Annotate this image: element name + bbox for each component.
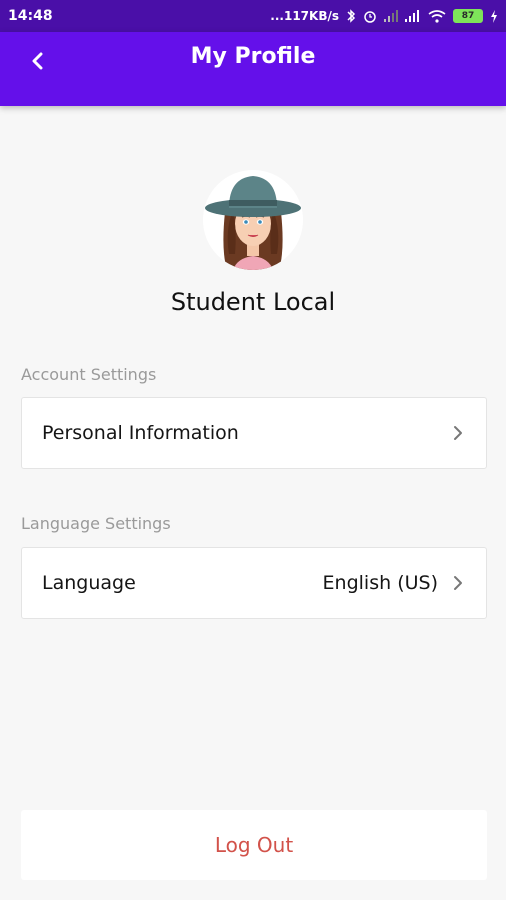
chevron-right-icon [452, 574, 466, 592]
woman-with-hat-avatar [203, 170, 303, 270]
personal-information-row[interactable]: Personal Information [21, 397, 487, 469]
status-bar: 14:48 ...117KB/s 87 [0, 0, 506, 32]
network-speed: ...117KB/s [270, 9, 339, 23]
status-icons: ...117KB/s 87 [270, 9, 498, 23]
user-name: Student Local [170, 288, 336, 316]
wifi-icon [428, 9, 446, 23]
bluetooth-icon [346, 9, 356, 23]
page-title: My Profile [190, 44, 316, 69]
cell-signal-icon [384, 10, 398, 22]
cell-signal-icon [405, 10, 421, 22]
battery-icon: 87 [453, 9, 483, 23]
status-time: 14:48 [8, 8, 53, 24]
language-label: Language [42, 572, 136, 594]
account-settings-label: Account Settings [21, 365, 157, 384]
language-settings-label: Language Settings [21, 514, 171, 533]
language-row[interactable]: Language English (US) [21, 547, 487, 619]
logout-button[interactable]: Log Out [21, 810, 487, 880]
alarm-icon [363, 9, 377, 23]
language-value: English (US) [322, 572, 438, 594]
personal-information-label: Personal Information [42, 422, 239, 444]
charging-icon [490, 9, 498, 23]
chevron-right-icon [452, 424, 466, 442]
avatar [203, 170, 303, 270]
app-bar: My Profile [0, 32, 506, 106]
